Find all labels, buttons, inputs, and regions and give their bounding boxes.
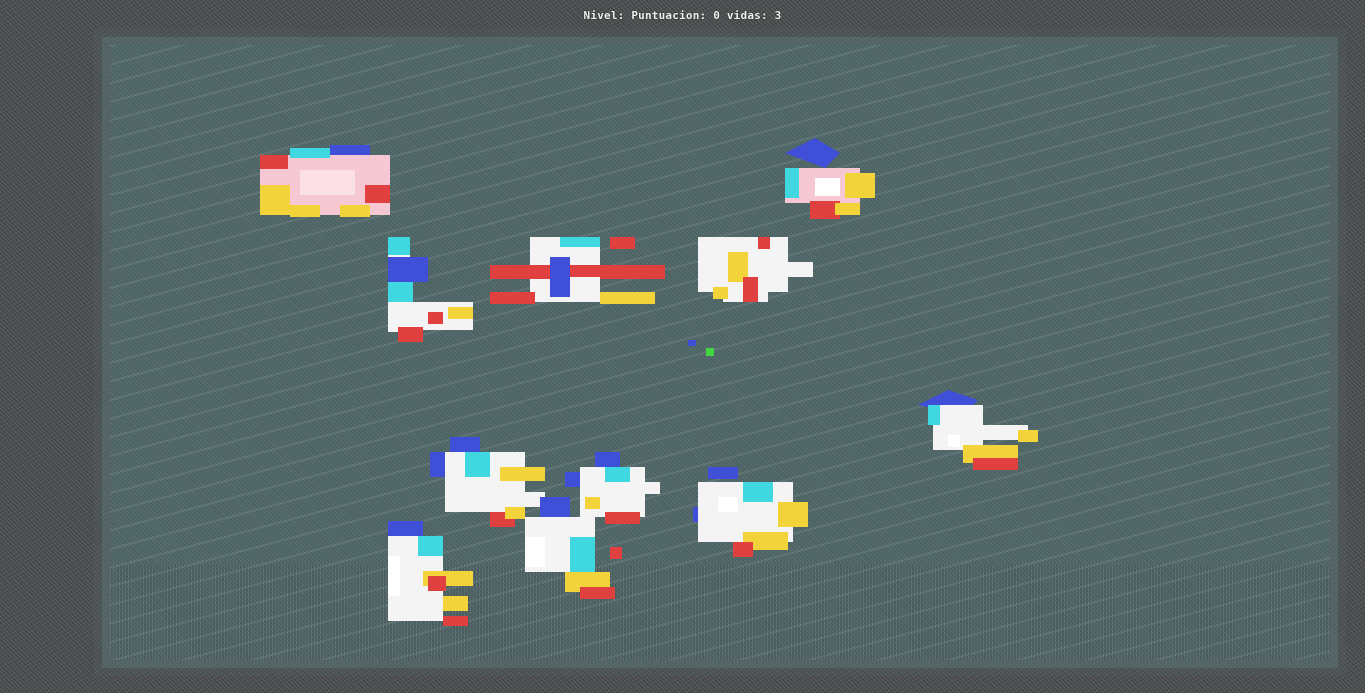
board-ground	[110, 565, 1330, 660]
puntuacion-label: Puntuacion:	[631, 9, 707, 22]
ship-sprite-icon[interactable]	[688, 340, 718, 360]
bird-sprite-icon	[515, 497, 625, 607]
car-sprite-icon	[260, 140, 390, 220]
letter-block-icon	[698, 237, 813, 307]
letter-block-icon	[388, 237, 478, 347]
hud-status-bar: Nivel: Puntuacion: 0 vidas: 3	[0, 9, 1365, 22]
vidas-label: vidas:	[726, 9, 768, 22]
letter-block-icon	[490, 237, 665, 307]
bird-sprite-icon	[688, 467, 813, 562]
bird-sprite-icon	[775, 133, 885, 223]
puntuacion-value: 0	[713, 9, 721, 22]
vidas-value: 3	[774, 9, 782, 22]
nivel-label: Nivel:	[583, 9, 625, 22]
bird-sprite-icon	[918, 390, 1043, 480]
bird-sprite-icon	[388, 521, 478, 631]
game-board[interactable]	[110, 45, 1330, 660]
